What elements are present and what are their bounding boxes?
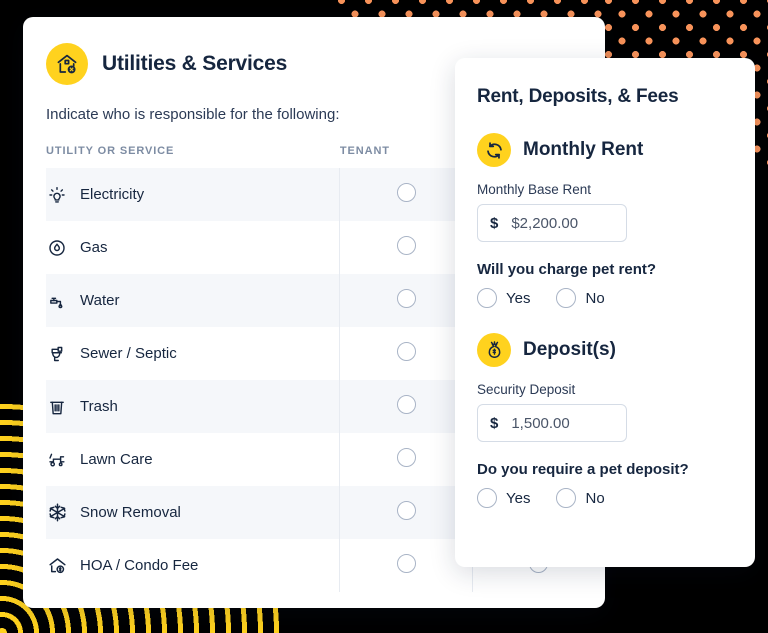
tenant-cell xyxy=(339,168,473,221)
radio-tenant[interactable] xyxy=(396,500,416,520)
page-title: Utilities & Services xyxy=(102,52,288,75)
tenant-cell xyxy=(339,486,473,539)
lightbulb-icon xyxy=(46,184,68,206)
radio-circle[interactable] xyxy=(556,288,577,308)
section-header-deposits: Deposit(s) xyxy=(477,333,729,367)
option-label: Yes xyxy=(506,489,531,507)
recurring-arrows-icon xyxy=(477,133,511,167)
monthly-base-rent-label: Monthly Base Rent xyxy=(477,182,592,197)
radio-tenant[interactable] xyxy=(396,235,416,255)
pet-deposit-option-no[interactable]: No xyxy=(556,488,605,508)
tenant-cell xyxy=(339,433,473,486)
pet-deposit-radio-group: Yes No xyxy=(477,488,729,508)
gas-flame-icon xyxy=(46,237,68,259)
radio-tenant[interactable] xyxy=(396,341,416,361)
section-title: Deposit(s) xyxy=(523,339,616,360)
pet-rent-radio-group: Yes No xyxy=(477,288,729,308)
row-label: Trash xyxy=(80,398,118,415)
row-label-cell: Gas xyxy=(46,221,341,274)
faucet-icon xyxy=(46,290,68,312)
radio-circle[interactable] xyxy=(556,488,577,508)
row-label: Electricity xyxy=(80,186,145,203)
row-label-cell: Electricity xyxy=(46,168,341,221)
tenant-cell xyxy=(339,380,473,433)
tenant-cell xyxy=(339,327,473,380)
rent-card-title: Rent, Deposits, & Fees xyxy=(477,86,679,107)
tenant-cell xyxy=(339,221,473,274)
row-label-cell: Trash xyxy=(46,380,341,433)
column-header-service: UTILITY OR SERVICE xyxy=(46,145,175,157)
tenant-cell xyxy=(339,539,473,592)
row-label-cell: Water xyxy=(46,274,341,327)
row-label: Gas xyxy=(80,239,108,256)
rent-deposits-fees-card: Rent, Deposits, & Fees Monthly Rent Mont… xyxy=(455,58,755,567)
option-label: Yes xyxy=(506,289,531,307)
option-label: No xyxy=(585,489,605,507)
toilet-icon xyxy=(46,343,68,365)
row-label: Sewer / Septic xyxy=(80,345,177,362)
pet-rent-option-yes[interactable]: Yes xyxy=(477,288,530,308)
radio-circle[interactable] xyxy=(477,488,497,508)
radio-tenant[interactable] xyxy=(396,553,416,573)
currency-symbol: $ xyxy=(490,414,499,432)
option-label: No xyxy=(585,289,605,307)
screenshot-root: Utilities & Services Indicate who is res… xyxy=(0,0,768,633)
lawn-mower-icon xyxy=(46,449,68,471)
currency-symbol: $ xyxy=(490,214,499,232)
row-label: Water xyxy=(80,292,120,309)
security-deposit-value: 1,500.00 xyxy=(511,414,570,432)
monthly-base-rent-input[interactable]: $ $2,200.00 xyxy=(477,204,627,242)
pet-deposit-question: Do you require a pet deposit? xyxy=(477,461,689,478)
row-label-cell: Sewer / Septic xyxy=(46,327,341,380)
row-label-cell: Lawn Care xyxy=(46,433,341,486)
radio-tenant[interactable] xyxy=(396,182,416,202)
security-deposit-input[interactable]: $ 1,500.00 xyxy=(477,404,627,442)
row-label-cell: HOA / Condo Fee xyxy=(46,539,341,592)
snowflake-icon xyxy=(46,502,68,524)
pet-deposit-option-yes[interactable]: Yes xyxy=(477,488,530,508)
pet-rent-option-no[interactable]: No xyxy=(556,288,605,308)
house-gear-icon xyxy=(46,43,88,85)
column-header-tenant: TENANT xyxy=(339,145,390,157)
radio-tenant[interactable] xyxy=(396,447,416,467)
money-bag-icon xyxy=(477,333,511,367)
security-deposit-label: Security Deposit xyxy=(477,382,576,397)
section-header-monthly-rent: Monthly Rent xyxy=(477,133,729,167)
trash-icon xyxy=(46,396,68,418)
section-title: Monthly Rent xyxy=(523,139,644,160)
radio-tenant[interactable] xyxy=(396,394,416,414)
pet-rent-question: Will you charge pet rent? xyxy=(477,261,657,278)
monthly-base-rent-value: $2,200.00 xyxy=(511,214,579,232)
row-label: Lawn Care xyxy=(80,451,153,468)
row-label: HOA / Condo Fee xyxy=(80,557,199,574)
radio-circle[interactable] xyxy=(477,288,497,308)
row-label-cell: Snow Removal xyxy=(46,486,341,539)
house-dollar-icon xyxy=(46,555,68,577)
radio-tenant[interactable] xyxy=(396,288,416,308)
tenant-cell xyxy=(339,274,473,327)
row-label: Snow Removal xyxy=(80,504,181,521)
